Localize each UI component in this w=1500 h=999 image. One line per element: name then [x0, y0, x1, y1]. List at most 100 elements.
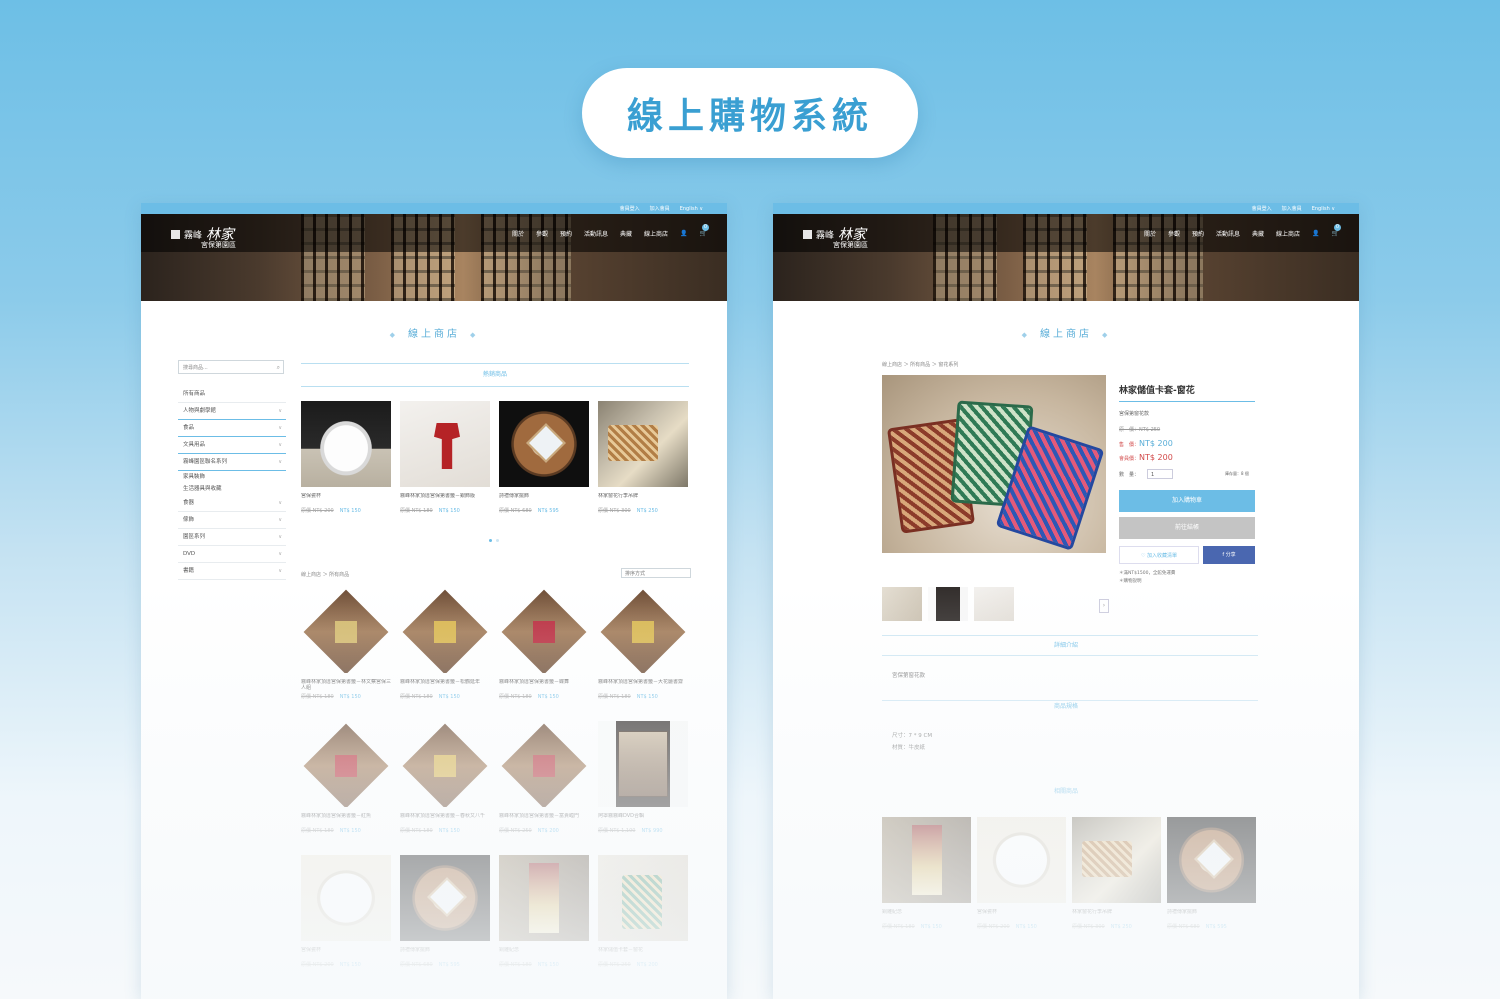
- chevron-down-icon[interactable]: ∨: [278, 403, 282, 419]
- product-name[interactable]: 宮保瓷杯: [301, 493, 391, 505]
- product-image[interactable]: [499, 721, 589, 807]
- product-image[interactable]: [1167, 817, 1256, 903]
- login-link[interactable]: 會員登入: [1252, 205, 1272, 212]
- product-image[interactable]: [400, 587, 490, 673]
- product-card[interactable]: 銅雕紀念 原價 NT$ 180 NT$ 150: [882, 817, 971, 930]
- product-name[interactable]: 霧峰林家頂厝宮保第書籤－大花廳書齋: [598, 679, 688, 691]
- chevron-down-icon[interactable]: ∨: [278, 495, 282, 511]
- add-favorite-button[interactable]: ♡ 加入收藏清單: [1119, 546, 1199, 564]
- sort-select[interactable]: 排序方式: [621, 568, 691, 578]
- carousel-dots[interactable]: [489, 539, 499, 542]
- sidebar-item[interactable]: 食器 ∨: [178, 495, 286, 512]
- product-card[interactable]: 霧峰林家頂厝宮保第書籤－紅魚 原價 NT$ 180 NT$ 150: [301, 721, 391, 834]
- product-name[interactable]: 霧峰林家頂厝宮保第書籤－春秋又八千: [400, 813, 490, 825]
- chevron-down-icon[interactable]: ∨: [278, 420, 282, 436]
- chevron-down-icon[interactable]: ∨: [278, 563, 282, 579]
- product-card[interactable]: 宮保瓷杯 原價 NT$ 200 NT$ 150: [301, 855, 391, 968]
- product-image[interactable]: [301, 721, 391, 807]
- cart-icon[interactable]: 🛒: [700, 230, 707, 237]
- language-select[interactable]: English ∨: [1312, 206, 1335, 212]
- product-name[interactable]: 宮保瓷杯: [977, 909, 1066, 921]
- product-card[interactable]: 阿罩霧霧峰DVD合輯 原價 NT$ 1,100 NT$ 990: [598, 721, 688, 834]
- chevron-down-icon[interactable]: ∨: [278, 454, 282, 470]
- product-image[interactable]: [1072, 817, 1161, 903]
- product-name[interactable]: 林家窗花行李吊牌: [598, 493, 688, 505]
- product-name[interactable]: 林家窗花行李吊牌: [1072, 909, 1161, 921]
- product-image[interactable]: [301, 401, 391, 487]
- product-card[interactable]: 霧峰林家頂厝宮保第書籤－蝶舞 原價 NT$ 180 NT$ 150: [499, 587, 589, 700]
- product-image[interactable]: [400, 721, 490, 807]
- add-to-cart-button[interactable]: 加入購物車: [1119, 490, 1255, 512]
- product-card[interactable]: 宮保瓷杯 原價 NT$ 200 NT$ 150: [977, 817, 1066, 930]
- product-image[interactable]: [598, 401, 688, 487]
- product-name[interactable]: 霧峰林家頂厝宮保第書籤－銀飾版: [400, 493, 490, 505]
- product-image[interactable]: [598, 587, 688, 673]
- product-card[interactable]: 詩禮傳家擺飾 原價 NT$ 680 NT$ 595: [1167, 817, 1256, 930]
- product-name[interactable]: 阿罩霧霧峰DVD合輯: [598, 813, 688, 825]
- product-image[interactable]: [499, 587, 589, 673]
- sidebar-item[interactable]: 生活器具與收藏: [178, 483, 286, 495]
- product-image[interactable]: [301, 587, 391, 673]
- product-name[interactable]: 銅雕紀念: [499, 947, 589, 959]
- quantity-select[interactable]: 1: [1147, 469, 1173, 479]
- sidebar-item[interactable]: 文具用品 ∨: [178, 437, 286, 454]
- checkout-button[interactable]: 前往結帳: [1119, 517, 1255, 539]
- product-main-image[interactable]: [882, 375, 1106, 553]
- product-name[interactable]: 霧峰林家頂厝宮保第書籤－紅魚: [301, 813, 391, 825]
- product-image[interactable]: [598, 721, 688, 807]
- product-card[interactable]: 宮保瓷杯 原價 NT$ 200 NT$ 150: [301, 401, 391, 514]
- product-card[interactable]: 霧峰林家頂厝宮保第書籤－林文察宮保三人組 原價 NT$ 180 NT$ 150: [301, 587, 391, 700]
- nav-events[interactable]: 活動訊息: [584, 229, 608, 238]
- product-card[interactable]: 林家窗花行李吊牌 原價 NT$ 300 NT$ 250: [1072, 817, 1161, 930]
- product-name[interactable]: 霧峰林家頂厝宮保第書籤－林文察宮保三人組: [301, 679, 391, 691]
- product-name[interactable]: 霧峰林家頂厝宮保第書籤－松鶴延年: [400, 679, 490, 691]
- product-card[interactable]: 霧峰林家頂厝宮保第書籤－松鶴延年 原價 NT$ 180 NT$ 150: [400, 587, 490, 700]
- cart-icon[interactable]: 🛒: [1332, 230, 1339, 237]
- nav-shop[interactable]: 線上商店: [1276, 229, 1300, 238]
- chevron-down-icon[interactable]: ∨: [278, 512, 282, 528]
- product-name[interactable]: 霧峰林家頂厝宮保第書籤－富貴臨門: [499, 813, 589, 825]
- sidebar-item[interactable]: 傢飾 ∨: [178, 512, 286, 529]
- chevron-down-icon[interactable]: ∨: [278, 529, 282, 545]
- facebook-share-button[interactable]: f 分享: [1203, 546, 1255, 564]
- nav-visit[interactable]: 參觀: [1168, 229, 1180, 238]
- search-icon[interactable]: ⌕: [277, 361, 280, 375]
- product-image[interactable]: [882, 817, 971, 903]
- product-name[interactable]: 銅雕紀念: [882, 909, 971, 921]
- product-card[interactable]: 霧峰林家頂厝宮保第書籤－銀飾版 原價 NT$ 180 NT$ 150: [400, 401, 490, 514]
- product-card[interactable]: 霧峰林家頂厝宮保第書籤－富貴臨門 原價 NT$ 250 NT$ 200: [499, 721, 589, 834]
- thumbnail[interactable]: [882, 587, 922, 621]
- product-image[interactable]: [400, 855, 490, 941]
- product-name[interactable]: 詩禮傳家擺飾: [1167, 909, 1256, 921]
- product-image[interactable]: [400, 401, 490, 487]
- product-image[interactable]: [598, 855, 688, 941]
- sidebar-item[interactable]: 人物與劇學館 ∨: [178, 403, 286, 420]
- product-name[interactable]: 霧峰林家頂厝宮保第書籤－蝶舞: [499, 679, 589, 691]
- site-logo[interactable]: 霧峰 林家 宮保第園區: [171, 224, 236, 249]
- product-image[interactable]: [301, 855, 391, 941]
- sidebar-item[interactable]: 園區系列 ∨: [178, 529, 286, 546]
- search-input[interactable]: 搜尋商品... ⌕: [178, 360, 284, 374]
- chevron-down-icon[interactable]: ∨: [278, 546, 282, 562]
- sidebar-item[interactable]: 家具裝飾: [178, 471, 286, 483]
- product-card[interactable]: 林家窗花行李吊牌 原價 NT$ 300 NT$ 250: [598, 401, 688, 514]
- product-card[interactable]: 銅雕紀念 原價 NT$ 180 NT$ 150: [499, 855, 589, 968]
- product-name[interactable]: 詩禮傳家擺飾: [499, 493, 589, 505]
- sidebar-item[interactable]: DVD ∨: [178, 546, 286, 563]
- product-card[interactable]: 霧峰林家頂厝宮保第書籤－大花廳書齋 原價 NT$ 180 NT$ 150: [598, 587, 688, 700]
- product-name[interactable]: 詩禮傳家擺飾: [400, 947, 490, 959]
- product-image[interactable]: [499, 401, 589, 487]
- register-link[interactable]: 加入會員: [650, 205, 670, 212]
- chevron-down-icon[interactable]: ∨: [278, 437, 282, 453]
- product-name[interactable]: 林家儲值卡套－窗花: [598, 947, 688, 959]
- login-link[interactable]: 會員登入: [620, 205, 640, 212]
- product-card[interactable]: 詩禮傳家擺飾 原價 NT$ 680 NT$ 595: [400, 855, 490, 968]
- nav-collection[interactable]: 典藏: [1252, 229, 1264, 238]
- shopping-guide-link[interactable]: ＊購物說明: [1119, 578, 1142, 584]
- nav-collection[interactable]: 典藏: [620, 229, 632, 238]
- nav-visit[interactable]: 參觀: [536, 229, 548, 238]
- user-icon[interactable]: 👤: [680, 230, 687, 237]
- nav-about[interactable]: 關於: [512, 229, 524, 238]
- product-card[interactable]: 詩禮傳家擺飾 原價 NT$ 680 NT$ 595: [499, 401, 589, 514]
- sidebar-item[interactable]: 書籍 ∨: [178, 563, 286, 580]
